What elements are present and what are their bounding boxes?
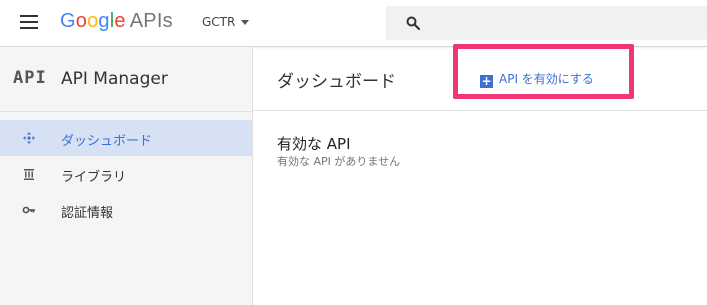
enable-api-label: API を有効にする: [499, 72, 594, 86]
enable-api-button[interactable]: + API を有効にする: [480, 70, 594, 88]
main-header: ダッシュボード + API を有効にする: [253, 47, 707, 111]
sidebar-header: API API Manager: [0, 47, 252, 112]
api-logo-icon: API: [13, 68, 47, 88]
sidebar-title: API Manager: [61, 69, 168, 89]
sidebar-item-library[interactable]: ライブラリ: [0, 156, 252, 192]
library-icon: [24, 169, 34, 180]
apis-wordmark: APIs: [129, 10, 173, 32]
sidebar: API API Manager ダッシュボード ライブラリ 認証情報: [0, 47, 253, 305]
project-name: GCTR: [202, 15, 236, 29]
project-selector[interactable]: GCTR: [202, 15, 250, 29]
top-app-bar: Google APIs GCTR: [0, 0, 707, 47]
dashboard-icon: [23, 132, 35, 144]
sidebar-item-credentials[interactable]: 認証情報: [0, 192, 252, 228]
main-content: ダッシュボード + API を有効にする 有効な API 有効な API がありま…: [253, 47, 707, 305]
enabled-apis-heading: 有効な API: [277, 135, 351, 153]
menu-icon[interactable]: [20, 15, 38, 29]
sidebar-item-dashboard[interactable]: ダッシュボード: [0, 120, 252, 156]
add-icon: +: [480, 74, 493, 88]
key-icon: [22, 206, 35, 214]
search-bar[interactable]: [386, 6, 707, 40]
sidebar-item-label: ライブラリ: [61, 170, 127, 185]
sidebar-item-label: ダッシュボード: [61, 134, 153, 149]
google-wordmark: Google: [60, 10, 126, 32]
sidebar-item-label: 認証情報: [61, 206, 114, 221]
page-title: ダッシュボード: [277, 72, 396, 92]
caret-down-icon: [241, 20, 250, 25]
search-icon: [406, 16, 420, 30]
google-apis-logo[interactable]: Google APIs: [60, 10, 173, 33]
empty-state-text: 有効な API がありません: [277, 155, 401, 168]
